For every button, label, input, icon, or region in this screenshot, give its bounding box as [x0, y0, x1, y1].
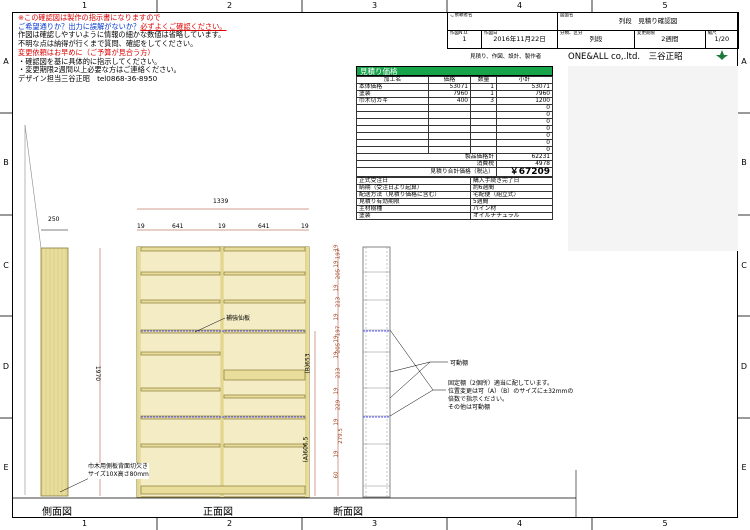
dim-b: (B)653 [304, 353, 312, 374]
fixed-note-4: その他は可動棚 [448, 404, 491, 411]
label-habaki: 巾木用側板背面切欠き サイズ10X高さ80mm [88, 463, 149, 479]
section-dim: 19 [333, 335, 340, 342]
habaki-note-2: サイズ10X高さ80mm [88, 471, 149, 478]
fixed-note-2: 位置変更は可（A）（B）のサイズに±32mmの [448, 388, 574, 395]
dim-19-b: 19 [218, 223, 226, 230]
section-dim: 19 [333, 351, 340, 359]
dim-641-a: 641 [172, 223, 184, 230]
section-dim: 19 [333, 260, 340, 268]
dim-19-a: 19 [137, 223, 145, 230]
section-dim: 213 [335, 367, 342, 379]
side-view-title: 側面図 [42, 507, 72, 518]
section-dim: 19 [333, 284, 340, 292]
drawings [12, 124, 577, 518]
section-dim: 197 [335, 248, 342, 259]
dim-side-depth: 250 [48, 216, 60, 223]
label-fixed-shelf: 固定棚（2個所）適当に配しています。 位置変更は可（A）（B）のサイズに±32m… [448, 380, 573, 412]
fixed-note-3: 倍数で指示ください。 [448, 396, 509, 403]
label-movable-shelf: 可動棚 [450, 360, 469, 367]
habaki-note-1: 巾木用側板背面切欠き [88, 463, 149, 470]
fixed-note-1: 固定棚（2個所）適当に配しています。 [448, 380, 554, 387]
section-view [362, 246, 391, 498]
dim-19-c: 19 [301, 223, 309, 230]
section-dim: 60 [333, 471, 340, 478]
front-view-title: 正面図 [203, 507, 233, 518]
dim-height: 1970 [94, 365, 102, 382]
section-dim: 229 [335, 399, 342, 411]
section-dim: 19 [333, 387, 340, 395]
section-view-title: 断面図 [333, 507, 363, 518]
side-view-panel [40, 247, 69, 497]
label-hokyo: 補強仙板 [226, 315, 251, 322]
section-dim: 205 [335, 268, 342, 280]
section-dim: 279.5 [337, 428, 344, 444]
section-dim: 19 [333, 450, 340, 457]
dim-total-width: 1339 [213, 198, 229, 205]
section-dim: 213 [335, 296, 342, 308]
dim-a: (A)606.5 [302, 436, 310, 463]
section-dim: 19 [333, 418, 340, 426]
dim-641-b: 641 [258, 223, 270, 230]
section-dim: 19 [333, 313, 340, 321]
